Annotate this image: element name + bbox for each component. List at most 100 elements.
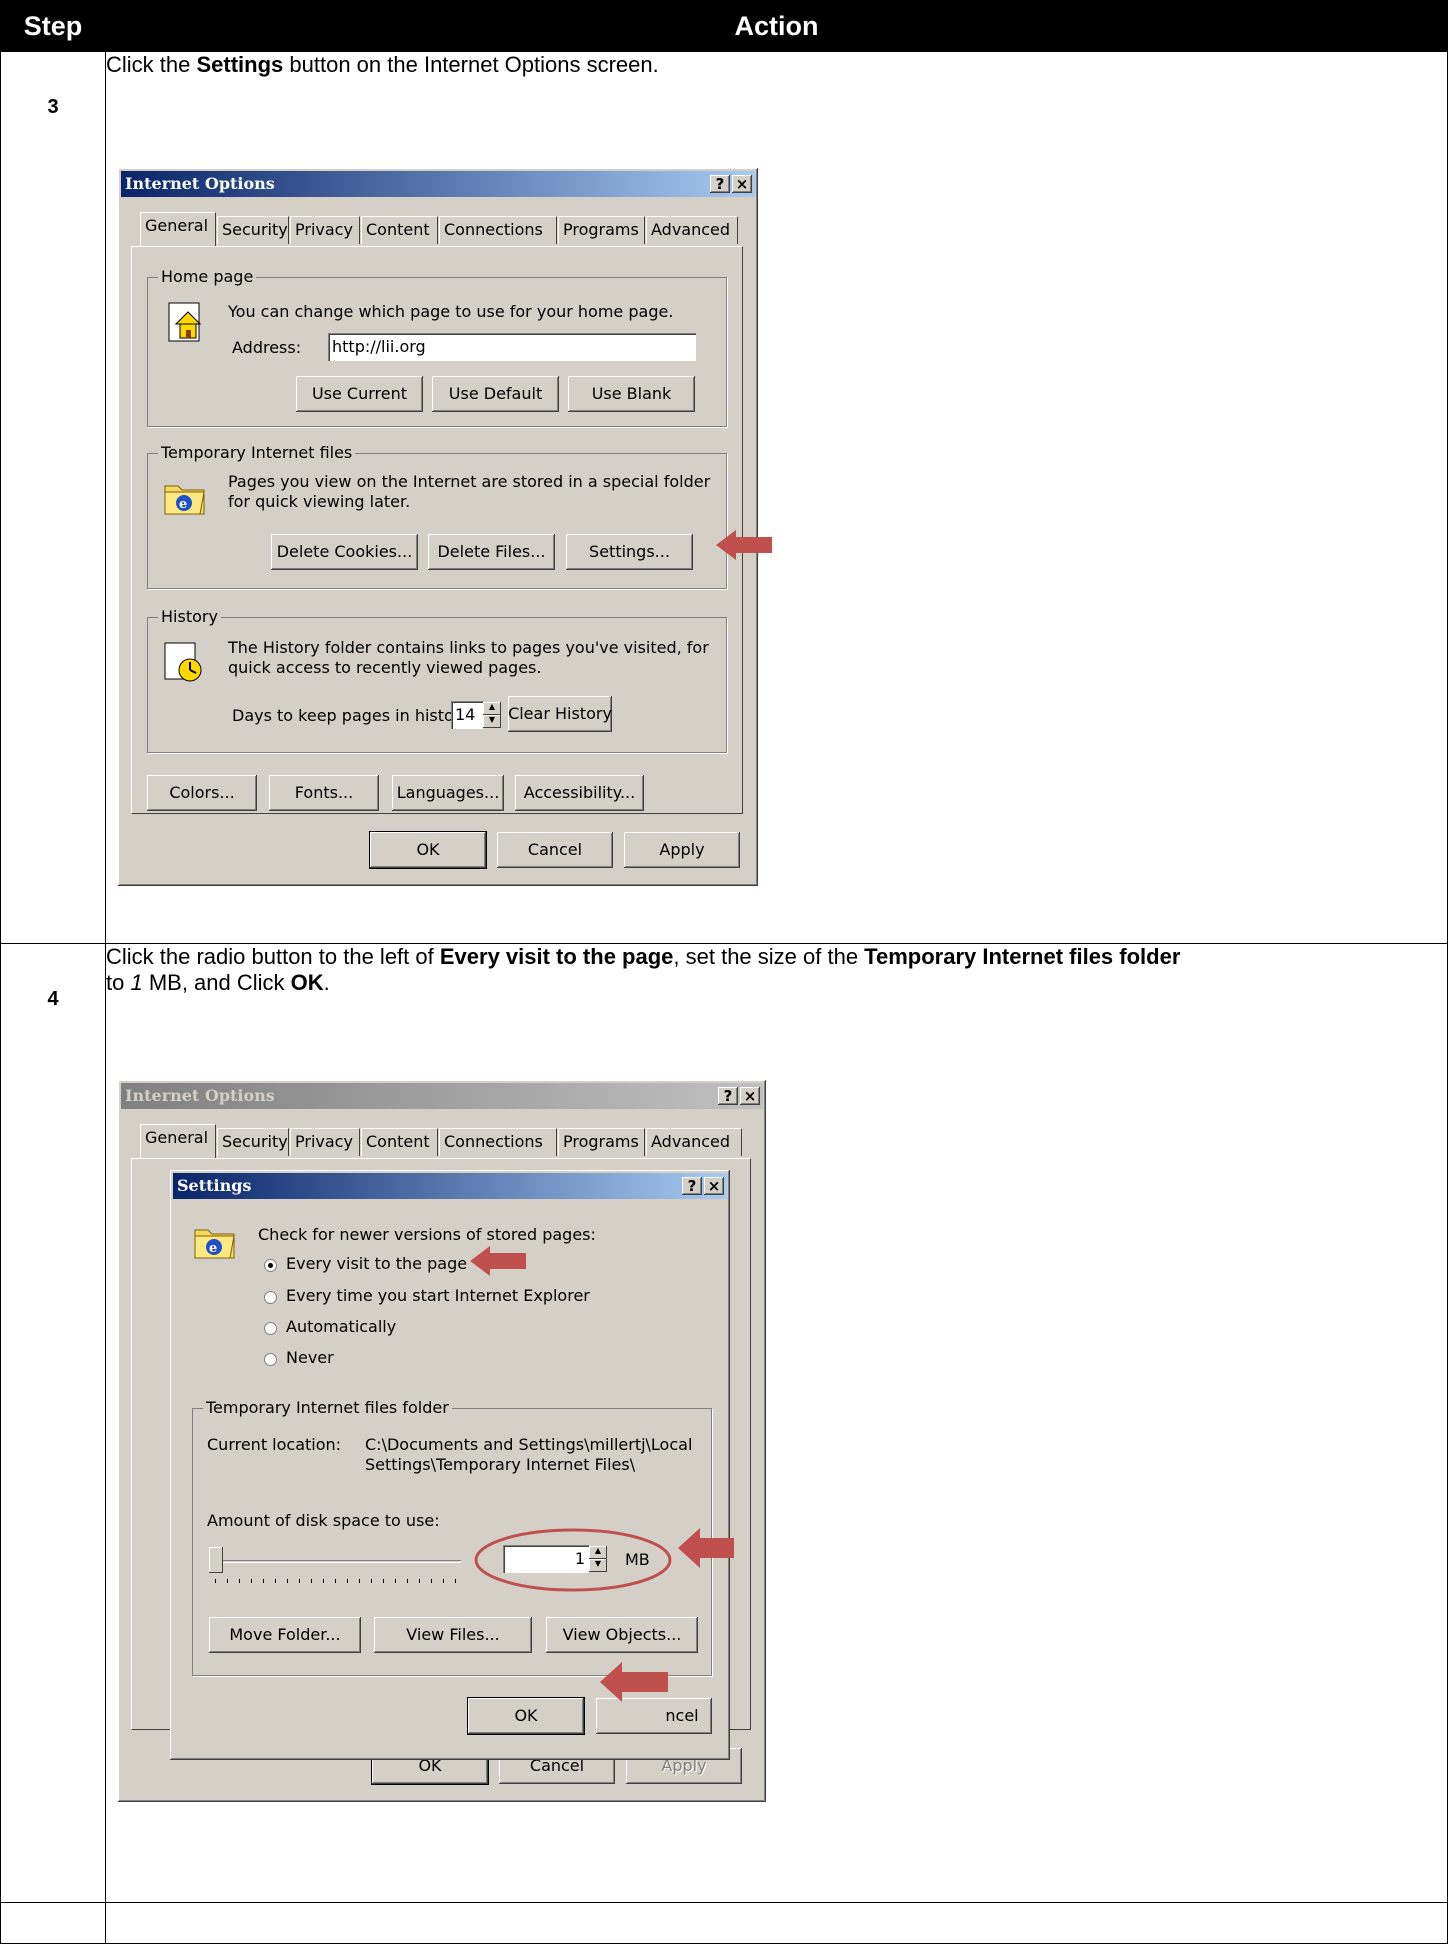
help-icon[interactable]: ? xyxy=(710,175,730,193)
history-group-label: History xyxy=(158,607,221,627)
spin-up-icon[interactable]: ▲ xyxy=(483,702,501,715)
general-tab-panel: Home page You can change which page to u… xyxy=(131,246,743,814)
disk-space-slider[interactable] xyxy=(209,1547,469,1587)
option-never[interactable]: Never xyxy=(286,1348,334,1367)
slider-track xyxy=(217,1560,461,1563)
tab-content[interactable]: Content xyxy=(361,216,438,244)
current-location-line1: C:\Documents and Settings\millertj\Local xyxy=(365,1435,693,1454)
highlight-ellipse xyxy=(474,1528,672,1592)
delete-files-label: Delete Files... xyxy=(437,542,546,561)
delete-cookies-label: Delete Cookies... xyxy=(276,542,413,561)
settings-cancel-button[interactable]: ncel xyxy=(596,1698,712,1734)
settings-title: Settings xyxy=(177,1176,252,1195)
cancel-button[interactable]: Cancel xyxy=(497,832,613,868)
settings-ok-button[interactable]: OK xyxy=(467,1697,585,1735)
colors-button[interactable]: Colors... xyxy=(147,775,257,811)
address-input[interactable]: http://lii.org xyxy=(328,333,696,361)
pointer-arrow-icon xyxy=(716,530,772,560)
help-icon[interactable]: ? xyxy=(718,1087,738,1105)
clear-history-label: Clear History xyxy=(508,704,612,723)
fonts-button[interactable]: Fonts... xyxy=(269,775,379,811)
tab-content[interactable]: Content xyxy=(361,1128,438,1156)
use-current-button[interactable]: Use Current xyxy=(296,376,423,412)
tab-connections[interactable]: Connections xyxy=(439,216,557,244)
disk-space-label: Amount of disk space to use: xyxy=(207,1511,440,1530)
settings-ok-label: OK xyxy=(514,1706,538,1725)
temp-files-description-line2: for quick viewing later. xyxy=(228,492,411,511)
step-column-header: Step xyxy=(0,0,106,52)
accessibility-label: Accessibility... xyxy=(523,783,636,802)
history-description-line2: quick access to recently viewed pages. xyxy=(228,658,542,677)
history-clock-icon xyxy=(164,642,202,682)
pointer-arrow-ok-icon xyxy=(600,1662,668,1702)
accessibility-button[interactable]: Accessibility... xyxy=(515,775,644,811)
tab-advanced[interactable]: Advanced xyxy=(646,216,738,244)
option-every-start[interactable]: Every time you start Internet Explorer xyxy=(286,1286,590,1305)
fonts-label: Fonts... xyxy=(294,783,354,802)
days-spinner[interactable]: ▲ ▼ xyxy=(483,702,501,728)
dialog-title: Internet Options xyxy=(125,174,275,193)
delete-cookies-button[interactable]: Delete Cookies... xyxy=(271,534,418,570)
internet-options-dialog: Internet Options ? × General Security Pr… xyxy=(118,168,758,886)
tab-security[interactable]: Security xyxy=(217,1128,289,1156)
view-files-button[interactable]: View Files... xyxy=(374,1617,532,1653)
ie-folder-icon: e xyxy=(164,485,205,515)
use-current-label: Use Current xyxy=(311,384,408,403)
step-number-4: 4 xyxy=(0,943,106,1903)
history-description-line1: The History folder contains links to pag… xyxy=(228,638,709,657)
slider-thumb[interactable] xyxy=(209,1547,223,1573)
clear-history-button[interactable]: Clear History xyxy=(508,696,612,732)
colors-label: Colors... xyxy=(169,783,235,802)
option-automatically[interactable]: Automatically xyxy=(286,1317,396,1336)
slider-ticks xyxy=(215,1579,463,1583)
radio-automatically[interactable] xyxy=(264,1322,277,1335)
ok-label: OK xyxy=(416,840,440,859)
settings-label: Settings... xyxy=(589,542,670,561)
languages-button[interactable]: Languages... xyxy=(392,775,504,811)
history-group: History The History folder contains link… xyxy=(147,607,727,753)
pointer-arrow-disk-space-icon xyxy=(678,1528,734,1568)
address-label: Address: xyxy=(232,338,302,357)
help-icon[interactable]: ? xyxy=(682,1177,702,1195)
home-page-description: You can change which page to use for you… xyxy=(228,302,674,321)
inactive-tab-strip: General Security Privacy Content Connect… xyxy=(120,1124,760,1158)
apply-button[interactable]: Apply xyxy=(624,832,740,868)
tab-privacy[interactable]: Privacy xyxy=(290,1128,360,1156)
inactive-dialog-title: Internet Options xyxy=(125,1086,275,1105)
home-page-group: Home page You can change which page to u… xyxy=(147,267,727,427)
svg-text:e: e xyxy=(179,497,187,512)
view-files-label: View Files... xyxy=(406,1625,500,1644)
close-icon[interactable]: × xyxy=(740,1087,760,1105)
radio-every-visit[interactable] xyxy=(264,1259,277,1272)
use-default-button[interactable]: Use Default xyxy=(432,376,559,412)
dialog-titlebar: Internet Options ? × xyxy=(121,171,755,197)
close-icon[interactable]: × xyxy=(704,1177,724,1195)
view-objects-button[interactable]: View Objects... xyxy=(546,1617,698,1653)
settings-button[interactable]: Settings... xyxy=(566,534,693,570)
tab-programs[interactable]: Programs xyxy=(558,1128,645,1156)
ok-button[interactable]: OK xyxy=(369,831,487,869)
tab-programs[interactable]: Programs xyxy=(558,216,645,244)
use-blank-button[interactable]: Use Blank xyxy=(568,376,695,412)
option-every-visit[interactable]: Every visit to the page xyxy=(286,1254,467,1273)
step-5-instruction-empty xyxy=(105,1902,1448,1944)
tab-general[interactable]: General xyxy=(140,1124,216,1158)
ie-folder-icon: e xyxy=(194,1229,235,1259)
delete-files-button[interactable]: Delete Files... xyxy=(428,534,555,570)
settings-cancel-label: ncel xyxy=(665,1706,699,1725)
tab-general[interactable]: General xyxy=(140,212,216,246)
tab-advanced[interactable]: Advanced xyxy=(646,1128,742,1156)
radio-every-start[interactable] xyxy=(264,1291,277,1304)
languages-label: Languages... xyxy=(396,783,500,802)
days-input[interactable]: 14 xyxy=(451,701,483,729)
view-objects-label: View Objects... xyxy=(562,1625,682,1644)
move-folder-button[interactable]: Move Folder... xyxy=(209,1617,361,1653)
close-icon[interactable]: × xyxy=(732,175,752,193)
tab-privacy[interactable]: Privacy xyxy=(290,216,360,244)
tab-strip: General Security Privacy Content Connect… xyxy=(120,212,756,246)
spin-down-icon[interactable]: ▼ xyxy=(483,715,501,728)
tab-connections[interactable]: Connections xyxy=(439,1128,557,1156)
tab-security[interactable]: Security xyxy=(217,216,289,244)
radio-never[interactable] xyxy=(264,1353,277,1366)
svg-text:e: e xyxy=(209,1241,217,1256)
